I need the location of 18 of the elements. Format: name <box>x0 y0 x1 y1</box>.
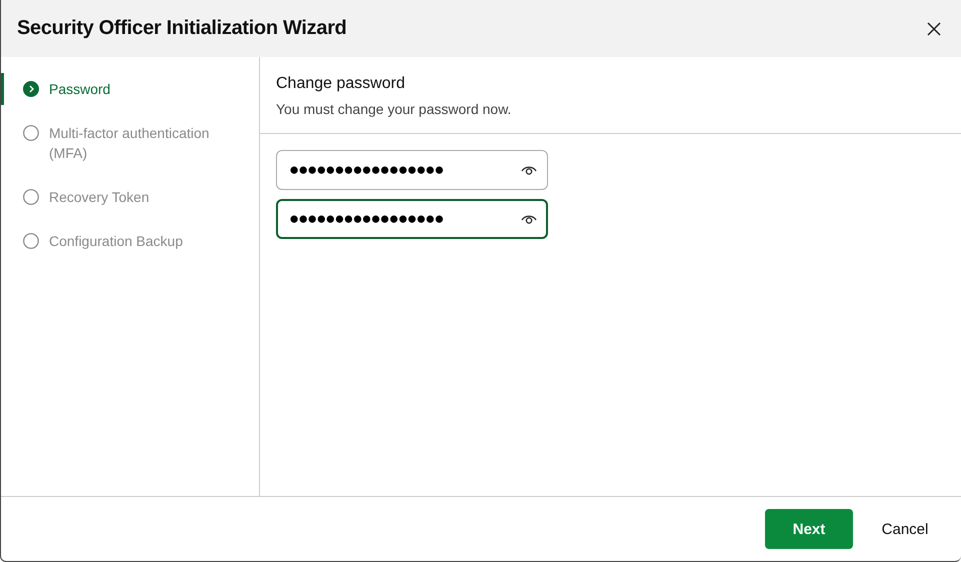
circle-icon <box>23 233 39 249</box>
page-description: You must change your password now. <box>276 101 512 117</box>
chevron-circle-icon <box>23 81 39 97</box>
wizard-step[interactable]: Multi-factor authentication (MFA) <box>1 117 259 169</box>
password-field[interactable]: ●●●●●●●●●●●●●●●●● <box>276 199 548 239</box>
cancel-button[interactable]: Cancel <box>867 509 943 549</box>
circle-icon <box>23 189 39 205</box>
wizard-step[interactable]: Password <box>1 73 259 105</box>
wizard-step[interactable]: Recovery Token <box>1 181 259 213</box>
eye-icon[interactable] <box>521 164 537 176</box>
wizard-step[interactable]: Configuration Backup <box>1 225 259 257</box>
window-title: Security Officer Initialization Wizard <box>17 17 347 40</box>
password-field[interactable]: ●●●●●●●●●●●●●●●●● <box>276 150 548 190</box>
close-button[interactable] <box>925 20 943 38</box>
circle-icon <box>23 125 39 141</box>
eye-icon[interactable] <box>521 213 537 225</box>
next-button[interactable]: Next <box>765 509 853 549</box>
page-heading: Change password <box>276 75 406 93</box>
